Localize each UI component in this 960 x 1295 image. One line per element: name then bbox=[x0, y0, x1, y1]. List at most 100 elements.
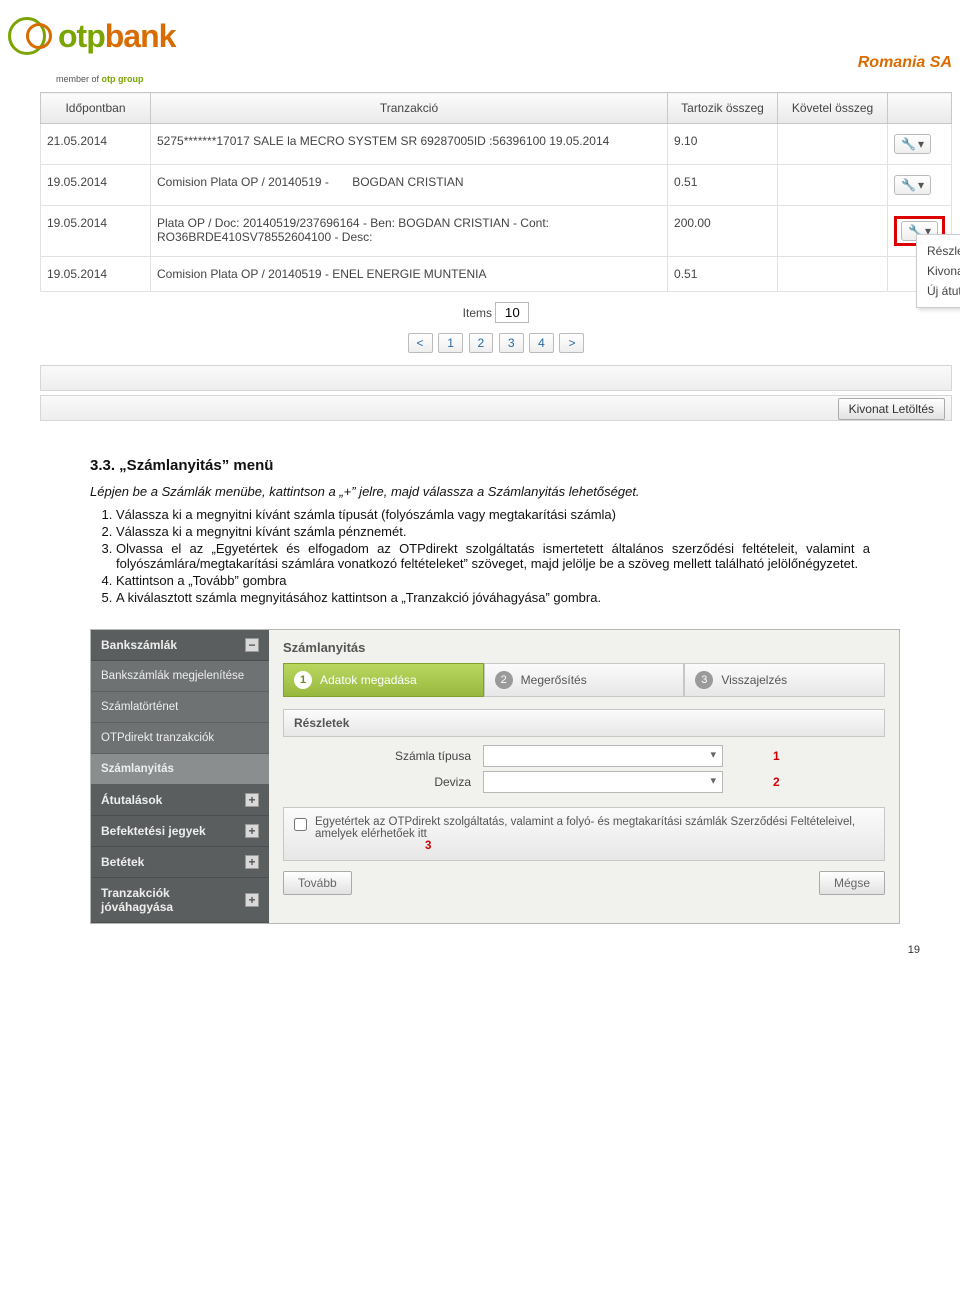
cell-date: 19.05.2014 bbox=[41, 257, 151, 292]
items-label: Items bbox=[463, 306, 492, 320]
details-header: Részletek bbox=[283, 709, 885, 737]
expand-icon[interactable]: + bbox=[245, 824, 259, 838]
step-1: 1Adatok megadása bbox=[283, 663, 484, 697]
col-credit: Követel összeg bbox=[778, 93, 888, 124]
label-account-type: Számla típusa bbox=[283, 749, 483, 763]
cell-desc: Plata OP / Doc: 20140519/237696164 - Ben… bbox=[151, 206, 668, 257]
callout-1: 1 bbox=[773, 749, 780, 763]
cell-debit: 0.51 bbox=[668, 257, 778, 292]
app-screenshot: Bankszámlák − Bankszámlák megjelenítése … bbox=[90, 629, 900, 924]
items-input[interactable] bbox=[495, 302, 529, 323]
cell-desc: Comision Plata OP / 20140519 - BOGDAN CR… bbox=[151, 165, 668, 206]
cell-desc: 5275*******17017 SALE la MECRO SYSTEM SR… bbox=[151, 124, 668, 165]
pager-prev[interactable]: < bbox=[408, 333, 433, 353]
sidebar-header-funds: Befektetési jegyek+ bbox=[91, 816, 269, 847]
logo-part2: bank bbox=[105, 18, 176, 54]
button-row: Tovább Mégse bbox=[283, 871, 885, 895]
sidebar-item-otpdirekt[interactable]: OTPdirekt tranzakciók bbox=[91, 723, 269, 754]
instruction-list: Válassza ki a megnyitni kívánt számla tí… bbox=[90, 507, 870, 605]
agree-text: Egyetértek az OTPdirekt szolgáltatás, va… bbox=[315, 816, 855, 840]
list-item: Olvassa el az „Egyetértek és elfogadom a… bbox=[116, 541, 870, 571]
step-3: 3Visszajelzés bbox=[684, 663, 885, 697]
cell-credit bbox=[778, 206, 888, 257]
step-2: 2Megerősítés bbox=[484, 663, 685, 697]
list-item: Válassza ki a megnyitni kívánt számla tí… bbox=[116, 507, 870, 522]
dropdown-item-newtransfer[interactable]: Új átutalás indítása2 bbox=[927, 281, 960, 301]
col-transaction: Tranzakció bbox=[151, 93, 668, 124]
items-per-page: Items bbox=[40, 302, 952, 323]
col-debit: Tartozik összeg bbox=[668, 93, 778, 124]
logo-tagline: member of otp group bbox=[56, 74, 952, 84]
cell-date: 19.05.2014 bbox=[41, 165, 151, 206]
brand-logo: otpbank Romania SA member of otp group bbox=[0, 0, 960, 88]
sidebar-header-approve: Tranzakciók jóváhagyása+ bbox=[91, 878, 269, 923]
agree-box: Egyetértek az OTPdirekt szolgáltatás, va… bbox=[283, 807, 885, 861]
sidebar-header-deposits: Betétek+ bbox=[91, 847, 269, 878]
col-date: Időpontban bbox=[41, 93, 151, 124]
logo-subtitle: Romania SA bbox=[56, 54, 952, 72]
next-button[interactable]: Tovább bbox=[283, 871, 352, 895]
callout-3: 3 bbox=[425, 840, 874, 852]
row-actions-button[interactable]: 🔧 ▾ bbox=[894, 175, 931, 195]
col-actions bbox=[888, 93, 952, 124]
cell-date: 21.05.2014 bbox=[41, 124, 151, 165]
wrench-icon: 🔧 bbox=[901, 178, 916, 192]
expand-icon[interactable]: + bbox=[245, 893, 259, 907]
sidebar-item-accounts[interactable]: Bankszámlák megjelenítése bbox=[91, 661, 269, 692]
pager-page[interactable]: 3 bbox=[499, 333, 524, 353]
logo-icon bbox=[8, 14, 52, 58]
download-statement-button[interactable]: Kivonat Letöltés bbox=[838, 398, 945, 420]
page-number: 19 bbox=[0, 924, 960, 966]
main-panel: Számlanyitás 1Adatok megadása 2Megerősít… bbox=[269, 630, 899, 923]
table-row: 21.05.2014 5275*******17017 SALE la MECR… bbox=[41, 124, 952, 165]
cancel-button[interactable]: Mégse bbox=[819, 871, 885, 895]
table-row: 19.05.2014 Comision Plata OP / 20140519 … bbox=[41, 257, 952, 292]
callout-2: 2 bbox=[773, 775, 780, 789]
dropdown-item-download[interactable]: Kivonat letöltés1 bbox=[927, 261, 960, 281]
list-item: A kiválasztott számla megnyitásához katt… bbox=[116, 590, 870, 605]
list-item: Válassza ki a megnyitni kívánt számla pé… bbox=[116, 524, 870, 539]
table-row: 19.05.2014 Plata OP / Doc: 20140519/2376… bbox=[41, 206, 952, 257]
pager-next[interactable]: > bbox=[559, 333, 584, 353]
pager: < 1 2 3 4 > bbox=[40, 333, 952, 353]
list-item: Kattintson a „Tovább” gombra bbox=[116, 573, 870, 588]
section-intro: Lépjen be a Számlák menübe, kattintson a… bbox=[90, 484, 870, 499]
page-title: Számlanyitás bbox=[283, 640, 885, 655]
dropdown-item-details[interactable]: Részletek bbox=[927, 241, 960, 261]
sidebar-header: Bankszámlák − bbox=[91, 630, 269, 661]
cell-credit bbox=[778, 257, 888, 292]
pager-page[interactable]: 2 bbox=[469, 333, 494, 353]
pager-page[interactable]: 1 bbox=[438, 333, 463, 353]
collapse-icon[interactable]: − bbox=[245, 638, 259, 652]
pager-page[interactable]: 4 bbox=[529, 333, 554, 353]
select-currency[interactable] bbox=[483, 771, 723, 793]
row-account-type: Számla típusa 1 bbox=[283, 745, 885, 767]
actions-dropdown: Részletek Kivonat letöltés1 Új átutalás … bbox=[916, 234, 960, 308]
cell-credit bbox=[778, 165, 888, 206]
agree-checkbox[interactable] bbox=[294, 818, 307, 831]
cell-debit: 9.10 bbox=[668, 124, 778, 165]
logo-part1: otp bbox=[58, 18, 105, 54]
sidebar-header-transfers: Átutalások+ bbox=[91, 785, 269, 816]
row-currency: Deviza 2 bbox=[283, 771, 885, 793]
expand-icon[interactable]: + bbox=[245, 855, 259, 869]
step-indicator: 1Adatok megadása 2Megerősítés 3Visszajel… bbox=[283, 663, 885, 697]
transactions-screenshot: Időpontban Tranzakció Tartozik összeg Kö… bbox=[0, 88, 960, 429]
row-actions-button[interactable]: 🔧 ▾ bbox=[894, 134, 931, 154]
cell-credit bbox=[778, 124, 888, 165]
label-currency: Deviza bbox=[283, 775, 483, 789]
sidebar-item-openaccount[interactable]: Számlanyitás bbox=[91, 754, 269, 785]
sidebar: Bankszámlák − Bankszámlák megjelenítése … bbox=[91, 630, 269, 923]
transactions-table: Időpontban Tranzakció Tartozik összeg Kö… bbox=[40, 92, 952, 292]
expand-icon[interactable]: + bbox=[245, 793, 259, 807]
logo-text: otpbank bbox=[58, 18, 175, 55]
cell-date: 19.05.2014 bbox=[41, 206, 151, 257]
download-bar: Kivonat Letöltés bbox=[40, 395, 952, 421]
cell-debit: 200.00 bbox=[668, 206, 778, 257]
table-row: 19.05.2014 Comision Plata OP / 20140519 … bbox=[41, 165, 952, 206]
wrench-icon: 🔧 bbox=[901, 137, 916, 151]
section-title: 3.3. „Számlanyitás” menü bbox=[90, 457, 960, 474]
sidebar-item-history[interactable]: Számlatörténet bbox=[91, 692, 269, 723]
select-account-type[interactable] bbox=[483, 745, 723, 767]
cell-desc: Comision Plata OP / 20140519 - ENEL ENER… bbox=[151, 257, 668, 292]
